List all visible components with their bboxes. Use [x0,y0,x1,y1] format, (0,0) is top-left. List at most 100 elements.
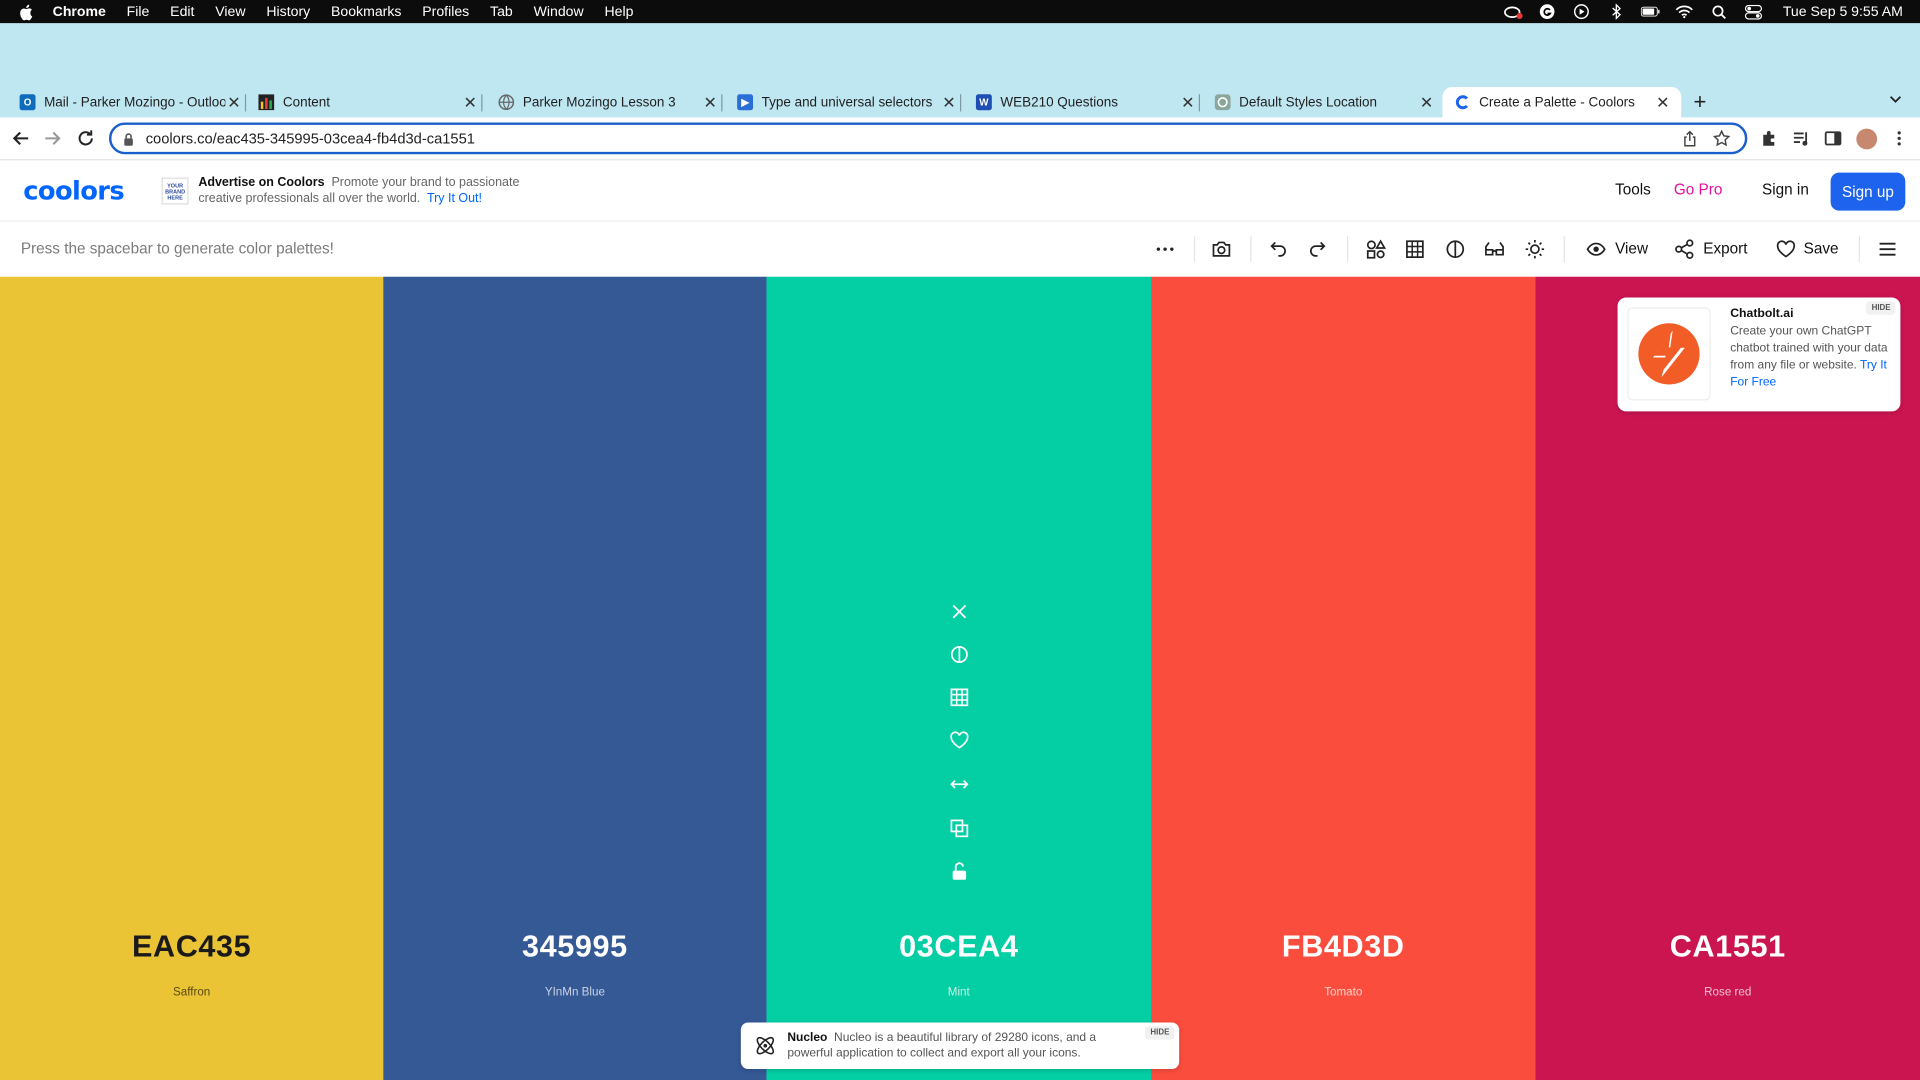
color-column-mint[interactable]: 03CEA4 Mint [766,276,1152,1080]
contrast-icon[interactable] [1445,239,1466,260]
copy-icon[interactable] [949,818,970,839]
menu-help[interactable]: Help [604,4,633,19]
close-icon[interactable]: ✕ [940,92,957,112]
sign-in-link[interactable]: Sign in [1762,181,1809,198]
more-vertical-icon[interactable] [1891,130,1908,147]
close-icon[interactable]: ✕ [225,92,242,112]
shapes-icon[interactable] [1365,239,1387,260]
chatbolt-ad-card[interactable]: Chatbolt.ai Create your own ChatGPT chat… [1617,297,1901,412]
contrast-icon[interactable] [949,644,970,665]
lock-icon[interactable] [121,131,136,146]
go-pro-link[interactable]: Go Pro [1674,181,1723,198]
menu-bookmarks[interactable]: Bookmarks [331,4,401,19]
creative-cloud-icon[interactable] [1504,4,1524,19]
color-column-tomato[interactable]: FB4D3D Tomato [1151,276,1536,1080]
menu-app-name[interactable]: Chrome [53,4,106,19]
forward-arrow-icon[interactable] [43,129,63,149]
reading-list-icon[interactable] [1793,130,1810,147]
apple-icon[interactable] [18,3,35,20]
shades-grid-icon[interactable] [949,687,970,708]
menubar-clock[interactable]: Tue Sep 5 9:55 AM [1783,4,1903,19]
camera-icon[interactable] [1211,239,1232,260]
redo-icon[interactable] [1308,239,1329,260]
menu-profiles[interactable]: Profiles [422,4,469,19]
hide-ad-button[interactable]: HIDE [1145,1026,1175,1040]
header-ad-link[interactable]: Try It Out! [427,192,482,205]
url-input[interactable] [145,129,1682,147]
grid-icon[interactable] [1404,239,1425,260]
spotlight-search-icon[interactable] [1709,4,1729,19]
color-name[interactable]: YInMn Blue [383,986,766,999]
unlock-icon[interactable] [949,861,970,882]
grammarly-icon[interactable] [1538,4,1558,19]
menu-file[interactable]: File [127,4,150,19]
nucleo-ad-banner[interactable]: Nucleo Nucleo is a beautiful library of … [740,1022,1180,1069]
color-name[interactable]: Saffron [0,986,383,999]
view-button[interactable]: View [1615,240,1648,257]
undo-icon[interactable] [1267,239,1288,260]
drag-arrows-icon[interactable] [949,774,970,795]
color-column-saffron[interactable]: EAC435 Saffron [0,276,384,1080]
control-center-icon[interactable] [1744,4,1764,19]
tools-link[interactable]: Tools [1615,181,1651,198]
color-hex-code[interactable]: CA1551 [1536,929,1920,965]
extensions-puzzle-icon[interactable] [1761,130,1778,147]
chevron-down-icon[interactable] [1887,91,1904,108]
coolors-logo[interactable]: coolors [23,176,124,205]
menu-window[interactable]: Window [534,4,584,19]
tab-title: Type and universal selectors [761,94,933,110]
glasses-icon[interactable] [1484,239,1505,260]
tab-web210-questions[interactable]: W WEB210 Questions ✕ [975,87,1201,118]
tab-type-selectors[interactable]: ▶ Type and universal selectors ✕ [737,87,962,118]
wifi-icon[interactable] [1675,4,1695,19]
color-hex-code[interactable]: FB4D3D [1151,929,1535,965]
close-icon[interactable]: ✕ [1179,92,1196,112]
side-panel-icon[interactable] [1824,130,1842,147]
share-icon[interactable] [1681,130,1698,147]
heart-icon[interactable] [949,730,970,751]
export-button[interactable]: Export [1703,240,1747,257]
media-play-icon[interactable] [1572,4,1592,20]
menu-tab[interactable]: Tab [490,4,513,19]
bookmark-star-icon[interactable] [1712,129,1731,147]
close-icon[interactable]: ✕ [1654,92,1671,112]
close-icon[interactable]: ✕ [1418,92,1435,112]
menu-history[interactable]: History [266,4,310,19]
color-name[interactable]: Tomato [1151,986,1535,999]
battery-icon[interactable] [1640,4,1661,19]
sign-up-button[interactable]: Sign up [1830,172,1906,211]
color-hex-code[interactable]: 345995 [383,929,766,965]
profile-avatar[interactable] [1856,128,1878,150]
back-arrow-icon[interactable] [11,129,31,149]
color-name[interactable]: Mint [767,986,1151,999]
hamburger-menu-icon[interactable] [1877,239,1898,260]
color-hex-code[interactable]: EAC435 [0,929,383,965]
close-icon[interactable]: ✕ [462,92,479,112]
tab-create-palette[interactable]: Create a Palette - Coolors ✕ [1442,86,1682,118]
reload-icon[interactable] [76,129,96,149]
tab-content[interactable]: Content ✕ [258,87,483,118]
sun-icon[interactable] [1524,239,1545,260]
tab-default-styles[interactable]: Default Styles Location ✕ [1214,87,1435,118]
heart-icon[interactable] [1776,239,1797,260]
tab-strip: O Mail - Parker Mozingo - Outlook ✕ Cont… [0,23,1920,118]
menu-view[interactable]: View [215,4,245,19]
video-icon: ▶ [737,94,754,111]
address-bar[interactable] [108,122,1748,155]
menu-edit[interactable]: Edit [170,4,194,19]
bluetooth-icon[interactable] [1606,3,1626,20]
save-button[interactable]: Save [1804,240,1839,257]
color-hex-code[interactable]: 03CEA4 [767,929,1151,965]
color-column-yinmn-blue[interactable]: 345995 YInMn Blue [383,276,767,1080]
eye-icon[interactable] [1586,239,1607,260]
close-icon[interactable] [949,601,970,622]
color-name[interactable]: Rose red [1536,986,1920,999]
new-tab-icon[interactable]: + [1693,89,1706,115]
hide-ad-button[interactable]: HIDE [1866,301,1896,315]
tab-outlook-mail[interactable]: O Mail - Parker Mozingo - Outlook ✕ [19,87,247,118]
more-horizontal-icon[interactable] [1155,239,1176,260]
close-icon[interactable]: ✕ [702,92,719,112]
tab-parker-lesson[interactable]: Parker Mozingo Lesson 3 ✕ [498,87,723,118]
share-nodes-icon[interactable] [1674,239,1695,260]
word-icon: W [975,94,992,111]
